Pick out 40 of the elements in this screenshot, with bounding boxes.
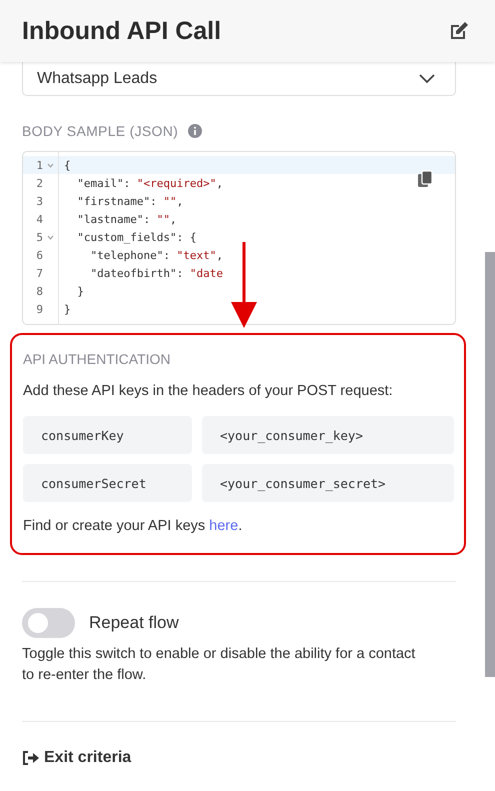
code-line: "dateofbirth": "date (89, 266, 223, 280)
chevron-down-icon (419, 74, 435, 84)
code-line: "custom_fields": { (76, 230, 196, 244)
code-line: { (63, 158, 71, 172)
line-number: 4 (35, 212, 43, 226)
key-name-cell: consumerSecret (23, 464, 192, 502)
fold-caret-icon[interactable] (47, 234, 54, 240)
key-value-cell: <your_consumer_key> (202, 416, 454, 454)
code-line: "telephone": "text", (89, 248, 223, 262)
exit-icon (22, 750, 40, 766)
code-line: } (63, 302, 71, 316)
code-line: "firstname": "", (76, 194, 184, 208)
key-name-cell: consumerKey (23, 416, 192, 454)
toggle-switch[interactable] (22, 608, 75, 638)
section-heading: Exit criteria (44, 749, 132, 767)
line-number: 9 (35, 302, 43, 316)
dropdown[interactable]: Whatsapp Leads (22, 62, 456, 96)
info-icon (188, 124, 202, 138)
line-number: 7 (35, 266, 43, 280)
code-line: "lastname": "", (76, 212, 177, 226)
section-label: API AUTHENTICATION (23, 351, 172, 367)
line-number: 6 (35, 248, 43, 262)
toggle-label: Repeat flow (89, 613, 179, 633)
help-text: Find or create your API keys here. (23, 517, 244, 536)
code-line: } (76, 284, 84, 298)
line-number: 5 (35, 230, 43, 244)
page-title: Inbound API Call (22, 16, 222, 46)
code-line: "email": "<required>", (76, 176, 223, 190)
section-label: BODY SAMPLE (JSON) (22, 123, 178, 139)
code-editor[interactable]: 1 { 2 "email": "<required>", 3 "firstname": "", 4 "lastname": "", 5 "custom_fields": { 6 "telephone": "text", 7 "dateofbirth": "date 8 } 9 } (22, 151, 456, 325)
fold-caret-icon[interactable] (47, 162, 54, 168)
description-text: Toggle this switch to enable or disable the ability for a contact to re-enter the flow. (22, 645, 416, 685)
key-value-cell: <your_consumer_secret> (202, 464, 454, 502)
line-number: 1 (35, 158, 43, 172)
line-number: 8 (35, 284, 43, 298)
link[interactable]: here (209, 518, 238, 534)
line-number: 2 (35, 176, 43, 190)
instructions-text: Add these API keys in the headers of your POST request: (23, 382, 394, 401)
line-number: 3 (35, 194, 43, 208)
copy-icon[interactable] (417, 170, 433, 188)
